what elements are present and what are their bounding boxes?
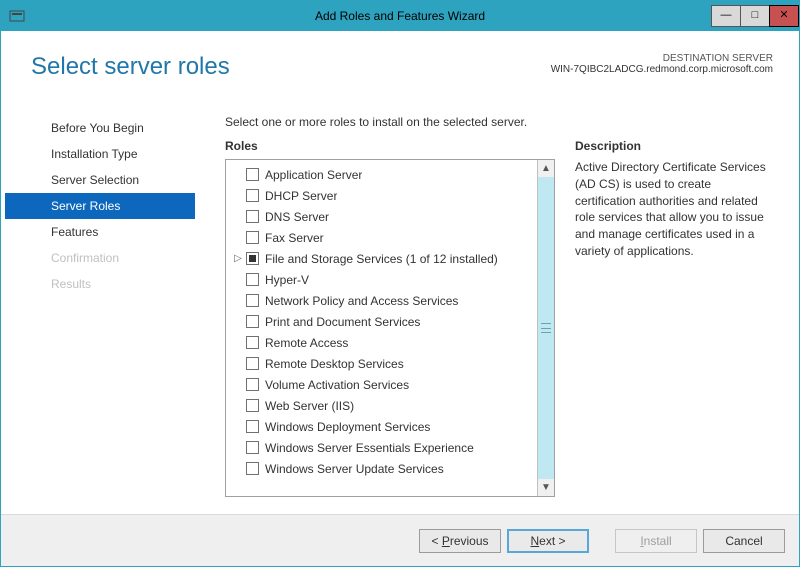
nav-item-server-selection[interactable]: Server Selection [5,167,195,193]
role-checkbox[interactable] [246,336,259,349]
role-label: Windows Server Update Services [265,462,444,476]
role-label: Volume Activation Services [265,378,409,392]
role-checkbox[interactable] [246,168,259,181]
role-checkbox[interactable] [246,273,259,286]
role-label: Hyper-V [265,273,309,287]
destination-server: WIN-7QIBC2LADCG.redmond.corp.microsoft.c… [551,64,773,75]
role-label: Print and Document Services [265,315,420,329]
scroll-track[interactable] [538,177,554,479]
maximize-button[interactable]: □ [740,5,770,27]
destination-block: DESTINATION SERVER WIN-7QIBC2LADCG.redmo… [551,53,773,75]
role-item[interactable]: Windows Deployment Services [230,416,537,437]
role-checkbox[interactable] [246,294,259,307]
role-label: Remote Access [265,336,348,350]
nav-item-results: Results [5,271,195,297]
role-item[interactable]: Hyper-V [230,269,537,290]
content-area: Select server roles DESTINATION SERVER W… [1,31,799,514]
cancel-button[interactable]: Cancel [703,529,785,553]
role-checkbox[interactable] [246,399,259,412]
roles-heading: Roles [225,139,555,153]
scroll-up-icon[interactable]: ▲ [538,160,554,177]
role-item[interactable]: Remote Desktop Services [230,353,537,374]
window-title: Add Roles and Features Wizard [1,9,799,23]
role-label: DHCP Server [265,189,337,203]
description-text: Active Directory Certificate Services (A… [575,159,773,260]
roles-list: Application Server DHCP Server DNS Server F… [226,160,537,496]
destination-label: DESTINATION SERVER [551,53,773,64]
window-controls: — □ ✕ [712,5,799,27]
install-button: Install [615,529,697,553]
role-label: Application Server [265,168,362,182]
role-item[interactable]: Application Server [230,164,537,185]
role-label: Network Policy and Access Services [265,294,458,308]
role-label: Web Server (IIS) [265,399,354,413]
role-label: DNS Server [265,210,329,224]
role-checkbox[interactable] [246,462,259,475]
description-column: Description Active Directory Certificate… [575,139,773,514]
expand-icon[interactable]: ▷ [232,253,244,264]
roles-listbox[interactable]: Application Server DHCP Server DNS Server F… [225,159,555,497]
main-panel: Select one or more roles to install on t… [195,109,773,514]
role-checkbox[interactable] [246,210,259,223]
role-item[interactable]: ▷ File and Storage Services (1 of 12 inst… [230,248,537,269]
nav-item-installation-type[interactable]: Installation Type [5,141,195,167]
role-item[interactable]: DHCP Server [230,185,537,206]
footer: < Previous Next > Install Cancel [1,514,799,566]
role-item[interactable]: Windows Server Essentials Experience [230,437,537,458]
nav-item-confirmation: Confirmation [5,245,195,271]
role-item[interactable]: Fax Server [230,227,537,248]
titlebar[interactable]: Add Roles and Features Wizard — □ ✕ [1,1,799,31]
scrollbar[interactable]: ▲ ▼ [537,160,554,496]
role-checkbox[interactable] [246,231,259,244]
next-button[interactable]: Next > [507,529,589,553]
roles-column: Roles Application Server DHCP Server DNS S… [225,139,555,514]
nav-item-server-roles[interactable]: Server Roles [5,193,195,219]
role-checkbox[interactable] [246,189,259,202]
role-checkbox[interactable] [246,441,259,454]
role-item[interactable]: Network Policy and Access Services [230,290,537,311]
role-checkbox[interactable] [246,315,259,328]
role-item[interactable]: Windows Server Update Services [230,458,537,479]
header-area: Select server roles DESTINATION SERVER W… [5,31,795,109]
role-checkbox[interactable] [246,420,259,433]
role-item[interactable]: Web Server (IIS) [230,395,537,416]
role-label: File and Storage Services (1 of 12 insta… [265,252,498,266]
scroll-down-icon[interactable]: ▼ [538,479,554,496]
page-title: Select server roles [31,53,230,81]
role-checkbox[interactable] [246,357,259,370]
wizard-window: Add Roles and Features Wizard — □ ✕ Sele… [0,0,800,567]
role-checkbox[interactable] [246,378,259,391]
role-label: Windows Server Essentials Experience [265,441,474,455]
columns: Roles Application Server DHCP Server DNS S… [225,139,773,514]
role-label: Remote Desktop Services [265,357,404,371]
close-button[interactable]: ✕ [769,5,799,27]
role-item[interactable]: Volume Activation Services [230,374,537,395]
nav-item-before-you-begin[interactable]: Before You Begin [5,115,195,141]
role-item[interactable]: DNS Server [230,206,537,227]
role-item[interactable]: Remote Access [230,332,537,353]
role-item[interactable]: Print and Document Services [230,311,537,332]
instruction-text: Select one or more roles to install on t… [225,109,773,139]
previous-button[interactable]: < Previous [419,529,501,553]
description-heading: Description [575,139,773,153]
body-area: Before You BeginInstallation TypeServer … [5,109,795,514]
role-label: Windows Deployment Services [265,420,430,434]
minimize-button[interactable]: — [711,5,741,27]
app-icon [9,8,25,24]
nav-item-features[interactable]: Features [5,219,195,245]
scroll-thumb[interactable] [541,323,551,333]
role-label: Fax Server [265,231,324,245]
role-checkbox[interactable] [246,252,259,265]
wizard-nav: Before You BeginInstallation TypeServer … [5,109,195,514]
